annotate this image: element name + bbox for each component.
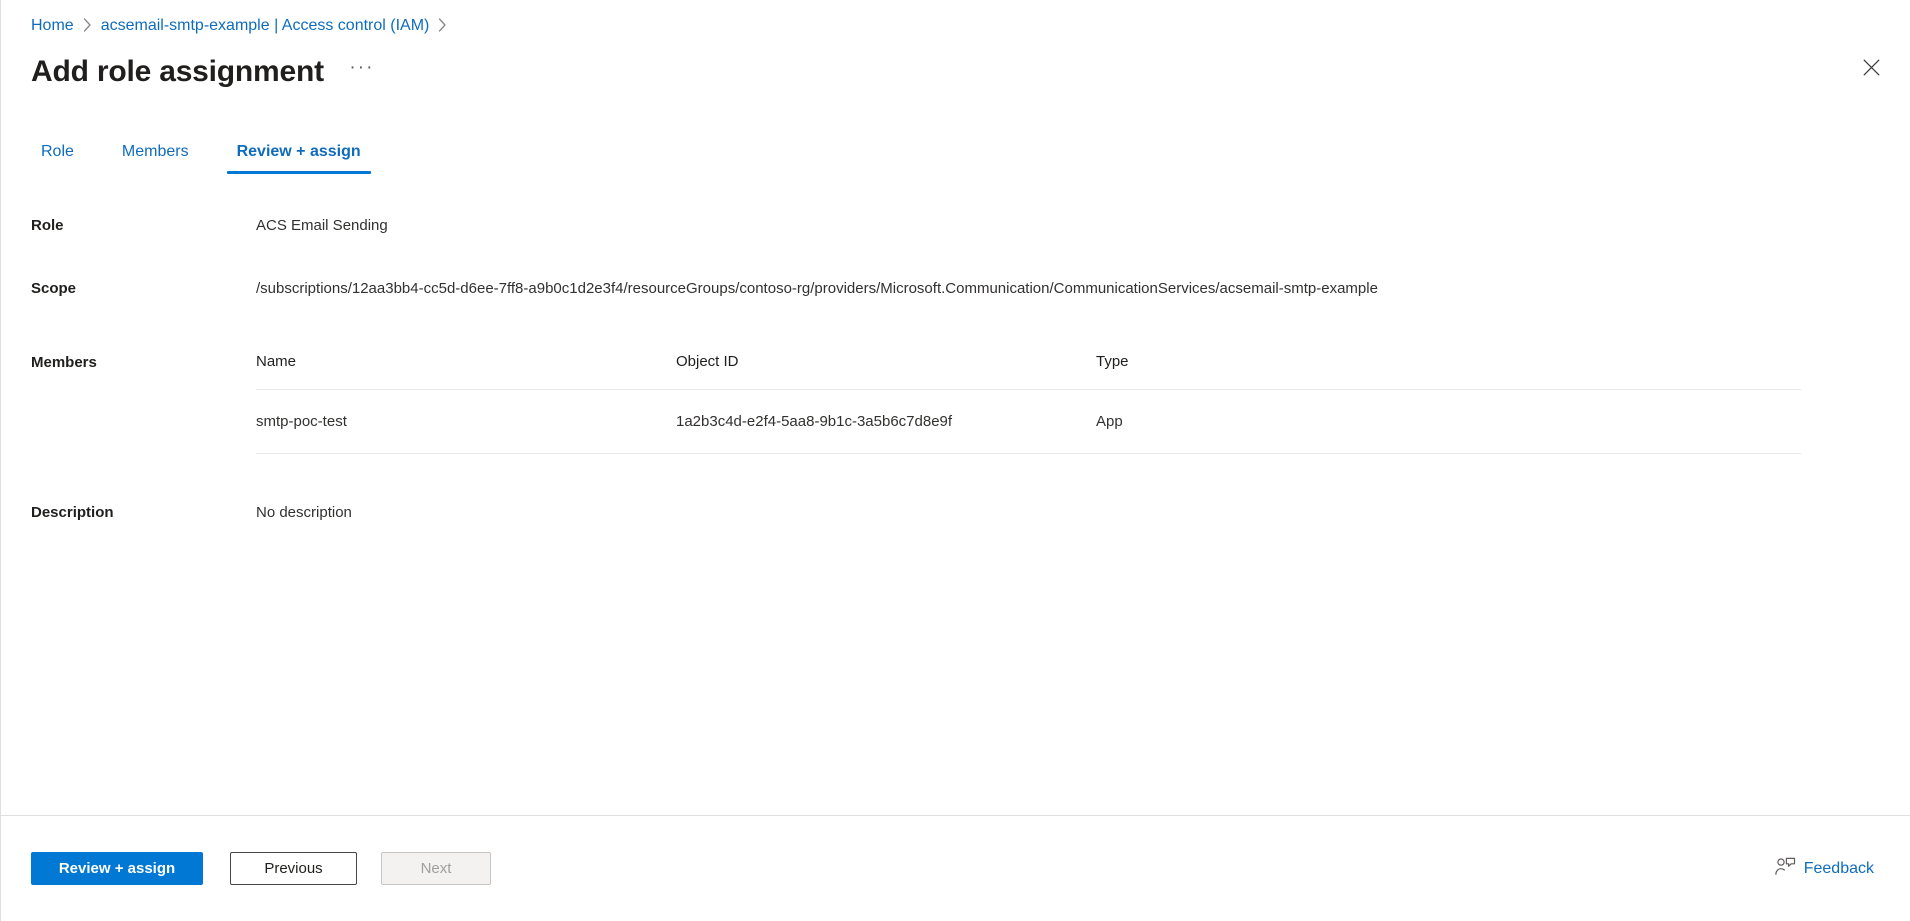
- scope-value: /subscriptions/12aa3bb4-cc5d-d6ee-7ff8-a…: [256, 280, 1378, 297]
- cell-type: App: [1096, 389, 1801, 454]
- review-row-scope: Scope /subscriptions/12aa3bb4-cc5d-d6ee-…: [31, 278, 1880, 300]
- cell-object-id: 1a2b3c4d-e2f4-5aa8-9b1c-3a5b6c7d8e9f: [676, 389, 1096, 454]
- cell-name: smtp-poc-test: [256, 389, 676, 454]
- close-icon[interactable]: [1854, 50, 1888, 84]
- feedback-label: Feedback: [1803, 859, 1874, 877]
- title-row: Add role assignment ···: [31, 50, 1882, 94]
- members-table: Name Object ID Type smtp-poc-test 1a2b3c…: [256, 352, 1801, 454]
- column-header-object-id: Object ID: [676, 352, 1096, 390]
- breadcrumb-item-home[interactable]: Home: [31, 15, 74, 37]
- tab-members[interactable]: Members: [112, 141, 199, 174]
- description-label: Description: [31, 504, 114, 521]
- review-row-members: Members Name Object ID Type smtp-poc-tes…: [31, 352, 1880, 454]
- blade-footer: Review + assign Previous Next Feedback: [1, 815, 1910, 921]
- table-header-row: Name Object ID Type: [256, 352, 1801, 390]
- feedback-link[interactable]: Feedback: [1775, 857, 1874, 881]
- more-options-icon[interactable]: ···: [346, 56, 378, 88]
- wizard-tabs: Role Members Review + assign: [1, 132, 1910, 174]
- review-panel: Role ACS Email Sending Scope /subscripti…: [1, 174, 1910, 815]
- tab-review-assign[interactable]: Review + assign: [226, 141, 371, 174]
- members-label: Members: [31, 354, 97, 371]
- chevron-right-icon-trailing: [438, 18, 447, 32]
- breadcrumb-item-resource[interactable]: acsemail-smtp-example | Access control (…: [101, 15, 430, 37]
- next-button: Next: [381, 852, 491, 885]
- review-assign-button[interactable]: Review + assign: [31, 852, 203, 885]
- review-row-role: Role ACS Email Sending: [31, 215, 1880, 237]
- column-header-type: Type: [1096, 352, 1801, 390]
- scope-label: Scope: [31, 280, 77, 297]
- review-row-description: Description No description: [31, 502, 1880, 524]
- table-row: smtp-poc-test 1a2b3c4d-e2f4-5aa8-9b1c-3a…: [256, 389, 1801, 454]
- chevron-right-icon: [83, 18, 92, 32]
- members-table-wrapper: Name Object ID Type smtp-poc-test 1a2b3c…: [256, 352, 1801, 454]
- tab-role[interactable]: Role: [31, 141, 84, 174]
- column-header-name: Name: [256, 352, 676, 390]
- previous-button[interactable]: Previous: [230, 852, 357, 885]
- members-table-body: smtp-poc-test 1a2b3c4d-e2f4-5aa8-9b1c-3a…: [256, 389, 1801, 454]
- role-label: Role: [31, 217, 64, 234]
- role-value: ACS Email Sending: [256, 217, 388, 234]
- description-value: No description: [256, 504, 352, 521]
- members-table-head: Name Object ID Type: [256, 352, 1801, 390]
- page-title: Add role assignment: [31, 55, 324, 88]
- blade-header: Home acsemail-smtp-example | Access cont…: [1, 0, 1910, 94]
- add-role-assignment-blade: Home acsemail-smtp-example | Access cont…: [0, 0, 1910, 921]
- person-feedback-icon: [1775, 857, 1796, 881]
- breadcrumb: Home acsemail-smtp-example | Access cont…: [31, 14, 1882, 38]
